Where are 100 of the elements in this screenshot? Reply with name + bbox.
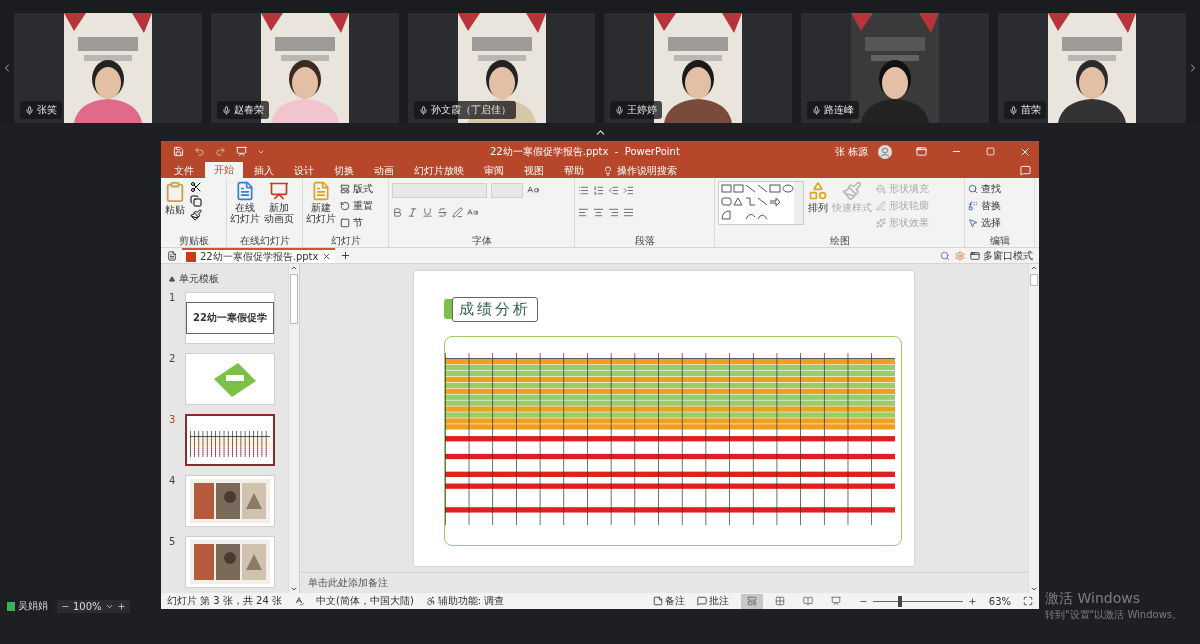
- edit-icon: [968, 217, 978, 228]
- align-center-icon: [593, 206, 604, 218]
- paste-button[interactable]: 粘贴: [164, 181, 186, 215]
- scroll-down-icon: [290, 585, 298, 593]
- video-tile[interactable]: 孙文霞（丁启佳）: [407, 13, 596, 123]
- scroll-down-icon: [1030, 585, 1038, 593]
- edit-icon: [968, 183, 978, 194]
- numbering-icon: [593, 184, 604, 196]
- section-title[interactable]: 单元模板: [179, 272, 219, 286]
- participant-name: 苗荣: [1004, 101, 1047, 119]
- scroll-up-icon: [290, 264, 298, 272]
- zoom-thumb[interactable]: [897, 595, 902, 607]
- ribbon-button[interactable]: 选择: [968, 215, 1001, 230]
- mic-icon: [221, 105, 231, 115]
- ribbon-tab[interactable]: 审阅: [475, 164, 513, 178]
- ribbon-tab[interactable]: 切换: [325, 164, 363, 178]
- video-tile[interactable]: 赵春荣: [210, 13, 399, 123]
- align-left-icon: [578, 206, 589, 218]
- shape-format-icon: [876, 200, 886, 211]
- slide-icon: [269, 181, 289, 201]
- ribbon-button[interactable]: 查找: [968, 181, 1001, 196]
- change-case-icon: [467, 206, 478, 218]
- font-size-field[interactable]: [491, 182, 523, 198]
- scroll-thumb[interactable]: [290, 274, 298, 324]
- participant-name: 赵春荣: [216, 101, 269, 119]
- zoom-control[interactable]: 100%: [57, 599, 130, 613]
- video-tile[interactable]: 王婷婷: [604, 13, 793, 123]
- video-tile[interactable]: 路连峰: [801, 13, 990, 123]
- comments-button[interactable]: 批注: [696, 594, 729, 608]
- underline-icon: [422, 206, 433, 218]
- copy-icon: [190, 195, 202, 207]
- ribbon-button[interactable]: 在线 幻灯片: [230, 181, 260, 224]
- ribbon-button[interactable]: 新加 动画页: [264, 181, 294, 224]
- lightbulb-icon: [603, 166, 613, 176]
- ribbon-tab[interactable]: 文件: [165, 164, 203, 178]
- multi-window-button[interactable]: 多窗口模式: [970, 248, 1033, 263]
- arrange-icon: [808, 181, 828, 201]
- group-label: 字体: [470, 234, 493, 247]
- video-tile[interactable]: 苗荣: [998, 13, 1186, 123]
- window-title: 22幼一寒假促学报告.pptx - PowerPoint: [489, 144, 681, 159]
- slideshow-view-icon: [830, 596, 841, 606]
- group-label: 编辑: [988, 234, 1011, 247]
- maximize-icon: [986, 147, 995, 156]
- ribbon-button[interactable]: 重置: [340, 198, 373, 213]
- document-tab[interactable]: 22幼一寒假促学报告.pptx: [182, 248, 336, 263]
- new-slide-icon: [311, 181, 331, 201]
- video-tile[interactable]: 张笑: [14, 13, 202, 123]
- shapes-gallery[interactable]: [718, 181, 804, 225]
- avatar-icon[interactable]: [878, 144, 892, 159]
- font-size-icon: [527, 184, 539, 196]
- ribbon-button[interactable]: 版式: [340, 181, 373, 196]
- shape-format-icon: [876, 183, 886, 194]
- ribbon-tab[interactable]: 设计: [285, 164, 323, 178]
- accessibility-status[interactable]: 辅助功能: 调查: [425, 594, 505, 608]
- edit-icon: [968, 200, 978, 211]
- participant-name: 王婷婷: [610, 101, 663, 119]
- slide-option-icon: [340, 183, 350, 194]
- ribbon-tab[interactable]: 幻灯片放映: [405, 164, 473, 178]
- ribbon-tab[interactable]: 插入: [245, 164, 283, 178]
- normal-view-icon: [746, 596, 757, 606]
- ribbon-button[interactable]: 节: [340, 215, 373, 230]
- comment-icon: [696, 596, 707, 606]
- comments-icon: [1020, 165, 1031, 176]
- format-painter-icon: [190, 209, 202, 221]
- group-label: 绘图: [828, 234, 851, 247]
- slide-number: 1: [169, 292, 177, 305]
- scroll-up-icon: [1030, 264, 1038, 272]
- slide-thumbnail[interactable]: [185, 414, 275, 466]
- bullets-icon: [578, 184, 589, 196]
- spelling-icon: [294, 596, 304, 606]
- mic-icon: [1009, 105, 1019, 115]
- ribbon-button[interactable]: 替换: [968, 198, 1001, 213]
- slide-count: 幻灯片 第 3 张，共 24 张: [167, 594, 282, 608]
- ribbon-tab[interactable]: 动画: [365, 164, 403, 178]
- notes-button[interactable]: 备注: [652, 594, 685, 608]
- ribbon-tab[interactable]: 帮助: [555, 164, 593, 178]
- scrollbar[interactable]: [1028, 264, 1039, 593]
- accessibility-icon: [425, 596, 436, 606]
- zoom-in-icon: [116, 601, 126, 611]
- indent-icon: [623, 184, 634, 196]
- fit-to-window-icon: [1023, 596, 1033, 606]
- language[interactable]: 中文(简体，中国大陆): [316, 594, 414, 608]
- scrollbar[interactable]: [288, 264, 299, 593]
- zoom-in-icon: [967, 596, 977, 606]
- arrange-button[interactable]: 排列: [808, 181, 828, 213]
- undo-icon: [194, 146, 205, 157]
- slide-thumbnail[interactable]: 22幼一寒假促学: [185, 292, 275, 344]
- italic-icon: [407, 206, 418, 218]
- font-name-field[interactable]: [392, 182, 487, 198]
- new-tab-icon: [340, 250, 352, 261]
- new-slide-button[interactable]: 新建 幻灯片: [306, 181, 336, 224]
- view-button[interactable]: [740, 593, 763, 609]
- slide-title: 成绩分析: [452, 296, 538, 322]
- scroll-thumb[interactable]: [1030, 274, 1038, 286]
- notes-placeholder[interactable]: 单击此处添加备注: [308, 576, 388, 590]
- ribbon-tab[interactable]: 视图: [515, 164, 553, 178]
- tell-me-search[interactable]: 操作说明搜索: [617, 164, 677, 178]
- zoom-level[interactable]: 63%: [988, 595, 1011, 607]
- ribbon-display-icon: [916, 146, 927, 157]
- ribbon-tab[interactable]: 开始: [205, 162, 243, 178]
